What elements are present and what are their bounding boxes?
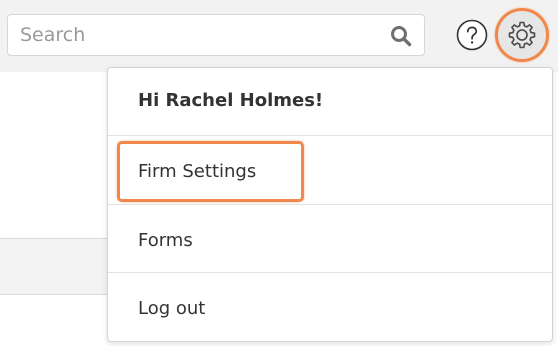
menu-item-log-out[interactable]: Log out <box>138 298 205 319</box>
menu-divider <box>108 204 552 205</box>
menu-item-firm-settings[interactable]: Firm Settings <box>138 161 256 182</box>
search-input[interactable] <box>20 15 380 55</box>
gear-icon <box>508 21 536 49</box>
menu-divider <box>108 272 552 273</box>
search-box[interactable] <box>7 14 425 56</box>
menu-divider <box>108 135 552 136</box>
left-panel-row <box>0 239 108 294</box>
search-icon[interactable] <box>390 25 412 47</box>
settings-dropdown-menu: Hi Rachel Holmes! Firm Settings Forms Lo… <box>107 67 553 342</box>
top-bar <box>0 0 558 72</box>
help-icon[interactable] <box>456 19 488 51</box>
menu-item-forms[interactable]: Forms <box>138 230 193 251</box>
left-panel-divider <box>0 294 108 295</box>
user-greeting: Hi Rachel Holmes! <box>138 90 324 111</box>
settings-button[interactable] <box>495 8 549 62</box>
